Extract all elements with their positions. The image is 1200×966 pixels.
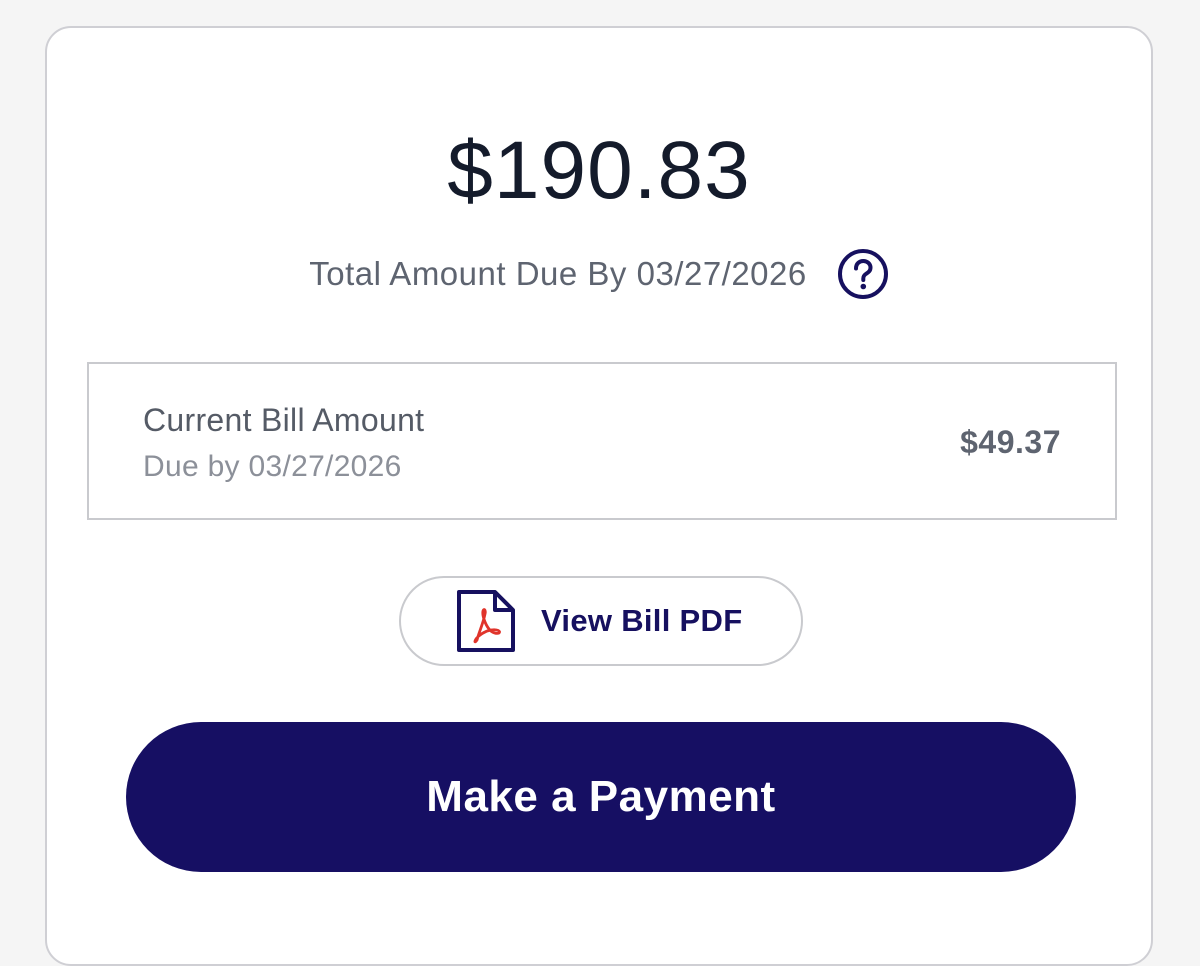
current-bill-box: Current Bill Amount Due by 03/27/2026 $4…: [87, 362, 1117, 520]
current-bill-amount: $49.37: [960, 424, 1061, 460]
current-bill-title: Current Bill Amount: [143, 402, 425, 438]
total-due-row: Total Amount Due By 03/27/2026: [47, 248, 1151, 300]
total-due-label: Total Amount Due By 03/27/2026: [309, 255, 807, 292]
make-payment-label: Make a Payment: [426, 772, 776, 821]
question-circle-icon[interactable]: [837, 248, 889, 300]
pdf-document-icon: [455, 588, 517, 654]
view-bill-pdf-button[interactable]: View Bill PDF: [399, 576, 803, 666]
current-bill-due-date: Due by 03/27/2026: [143, 450, 402, 483]
view-bill-pdf-label: View Bill PDF: [541, 603, 743, 638]
total-amount-due: $190.83: [447, 125, 751, 216]
bill-summary-card: $190.83 Total Amount Due By 03/27/2026 C…: [45, 26, 1153, 966]
make-payment-button[interactable]: Make a Payment: [126, 722, 1076, 872]
